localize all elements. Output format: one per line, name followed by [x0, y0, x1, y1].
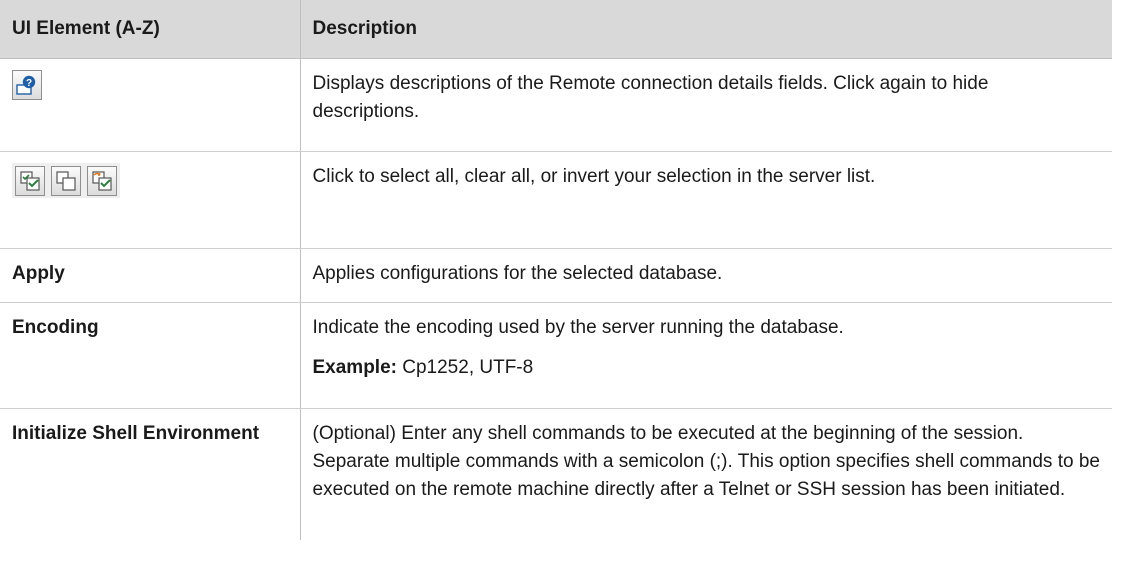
- table-row: Apply Applies configurations for the sel…: [0, 248, 1112, 303]
- example-line: Example: Cp1252, UTF-8: [313, 354, 1101, 382]
- example-value: Cp1252, UTF-8: [396, 357, 534, 378]
- select-all-icon[interactable]: [15, 166, 45, 196]
- ui-elements-table: UI Element (A-Z) Description ? Displays …: [0, 0, 1112, 540]
- example-label: Example:: [312, 357, 397, 378]
- clear-all-icon[interactable]: [51, 166, 81, 196]
- table-row: ? Displays descriptions of the Remote co…: [0, 58, 1112, 152]
- ui-element-initialize-shell-environment: Initialize Shell Environment: [0, 408, 301, 540]
- description-text: Displays descriptions of the Remote conn…: [312, 73, 989, 122]
- description-text: Indicate the encoding used by the server…: [312, 317, 844, 338]
- remote-connection-help-icon[interactable]: ?: [12, 70, 42, 100]
- ui-element-cell: ?: [0, 58, 301, 152]
- column-header-description: Description: [300, 0, 1112, 59]
- description-text: (Optional) Enter any shell commands to b…: [312, 423, 1100, 500]
- ui-element-cell: [0, 151, 301, 249]
- column-header-ui-element: UI Element (A-Z): [0, 0, 301, 59]
- ui-element-encoding: Encoding: [0, 302, 301, 409]
- svg-text:?: ?: [26, 78, 32, 89]
- description-cell: Indicate the encoding used by the server…: [300, 302, 1112, 409]
- invert-selection-icon[interactable]: [87, 166, 117, 196]
- description-text: Click to select all, clear all, or inver…: [312, 166, 876, 187]
- table-row: Initialize Shell Environment (Optional) …: [0, 408, 1112, 541]
- table-row: Encoding Indicate the encoding used by t…: [0, 302, 1112, 409]
- table-header-row: UI Element (A-Z) Description: [0, 0, 1112, 59]
- description-cell: (Optional) Enter any shell commands to b…: [300, 409, 1112, 541]
- description-cell: Displays descriptions of the Remote conn…: [300, 58, 1112, 152]
- table-row: Click to select all, clear all, or inver…: [0, 151, 1112, 249]
- description-cell: Click to select all, clear all, or inver…: [300, 151, 1112, 249]
- selection-buttons-group: [12, 163, 120, 198]
- description-text: Applies configurations for the selected …: [312, 263, 723, 284]
- ui-element-apply: Apply: [0, 248, 301, 303]
- description-cell: Applies configurations for the selected …: [300, 248, 1112, 303]
